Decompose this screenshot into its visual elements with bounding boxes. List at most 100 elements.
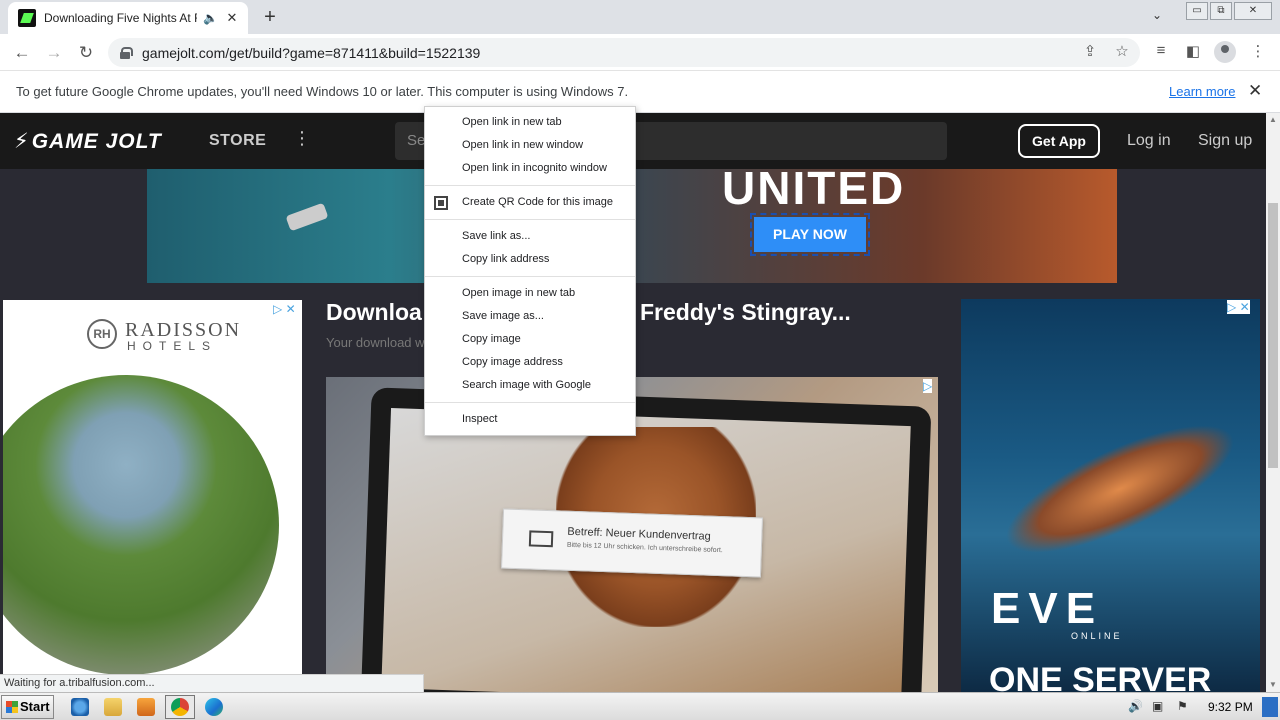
get-app-button[interactable]: Get App bbox=[1018, 124, 1100, 158]
download-title-left: Downloa bbox=[326, 299, 422, 325]
play-now-button[interactable]: PLAY NOW bbox=[750, 213, 870, 256]
mail-body: Bitte bis 12 Uhr schicken. Ich unterschr… bbox=[566, 541, 723, 555]
store-link[interactable]: STORE bbox=[209, 132, 266, 150]
hotel-aerial-image bbox=[3, 375, 279, 675]
ad-subbrand: HOTELS bbox=[127, 339, 218, 353]
browser-toolbar: ← → ↻ gamejolt.com/get/build?game=871411… bbox=[0, 34, 1280, 71]
context-menu-label: Create QR Code for this image bbox=[462, 196, 614, 208]
context-menu-label: Save image as... bbox=[462, 310, 544, 322]
context-menu-label: Open link in incognito window bbox=[462, 162, 607, 174]
kebab-menu-icon[interactable]: ⋮ bbox=[1247, 42, 1269, 60]
ad-choices-icon[interactable]: ▷ bbox=[923, 379, 933, 393]
context-menu-label: Copy image bbox=[462, 333, 521, 345]
context-menu-label: Open link in new window bbox=[462, 139, 584, 151]
tab-close-icon[interactable]: ✕ bbox=[224, 10, 240, 26]
radisson-logo-mark: RH bbox=[87, 319, 117, 349]
signup-link[interactable]: Sign up bbox=[1198, 132, 1252, 150]
email-notification: Betreff: Neuer Kundenvertrag Bitte bis 1… bbox=[501, 508, 763, 578]
learn-more-link[interactable]: Learn more bbox=[1169, 84, 1235, 99]
context-menu-label: Save link as... bbox=[462, 230, 531, 242]
context-menu-label: Open link in new tab bbox=[462, 116, 562, 128]
window-close-button[interactable]: ✕ bbox=[1234, 2, 1272, 20]
context-menu-item-create-qr-code-for-this-image[interactable]: Create QR Code for this image bbox=[425, 191, 635, 214]
spaceship-graphic bbox=[285, 202, 329, 232]
url-text[interactable]: gamejolt.com/get/build?game=871411&build… bbox=[142, 45, 480, 61]
scroll-down-icon[interactable]: ▼ bbox=[1266, 678, 1280, 692]
tab-strip: Downloading Five Nights At Freddy's Stin… bbox=[0, 0, 1280, 34]
speaker-icon[interactable]: 🔈 bbox=[203, 11, 218, 25]
context-menu-item-inspect[interactable]: Inspect bbox=[425, 408, 635, 431]
tab-search-chevron-down-icon[interactable]: ⌄ bbox=[1152, 8, 1162, 22]
mail-subject: Betreff: Neuer Kundenvertrag bbox=[567, 525, 711, 543]
tab-active[interactable]: Downloading Five Nights At Freddy's Stin… bbox=[8, 2, 248, 34]
media-control-icon[interactable]: ≡ bbox=[1150, 42, 1172, 59]
chrome-icon[interactable] bbox=[171, 698, 189, 716]
volume-icon[interactable]: 🔊 bbox=[1128, 699, 1143, 713]
eve-online-text: ONLINE bbox=[1071, 631, 1123, 641]
start-label: Start bbox=[20, 699, 50, 714]
ad-choices-icon[interactable]: ▷ ✕ bbox=[273, 302, 296, 316]
context-menu-item-save-link-as[interactable]: Save link as... bbox=[425, 225, 635, 248]
download-title-right: Freddy's Stingray... bbox=[640, 299, 851, 325]
reload-icon[interactable]: ↻ bbox=[75, 42, 97, 64]
context-menu-label: Inspect bbox=[462, 413, 498, 425]
vertical-scrollbar[interactable]: ▲ ▼ bbox=[1266, 113, 1280, 692]
left-ad-radisson[interactable]: ▷ ✕ RH RADISSON HOTELS bbox=[3, 300, 302, 692]
right-ad-eve[interactable]: ▷ ✕ EVE ONLINE ONE SERVER bbox=[961, 299, 1260, 692]
login-link[interactable]: Log in bbox=[1127, 132, 1171, 150]
context-menu-label: Search image with Google bbox=[462, 379, 592, 391]
action-center-flag-icon[interactable]: ⚑ bbox=[1177, 699, 1188, 713]
infobar-close-icon[interactable]: ✕ bbox=[1248, 81, 1262, 101]
media-player-icon[interactable] bbox=[137, 698, 155, 716]
internet-explorer-icon[interactable] bbox=[71, 698, 89, 716]
minimize-button[interactable]: ▭ bbox=[1186, 2, 1208, 20]
scroll-thumb[interactable] bbox=[1268, 203, 1278, 468]
context-menu-item-copy-link-address[interactable]: Copy link address bbox=[425, 248, 635, 271]
context-menu-separator bbox=[425, 276, 635, 277]
new-tab-button[interactable]: + bbox=[258, 6, 282, 28]
qr-code-icon bbox=[434, 196, 448, 210]
taskbar-clock[interactable]: 9:32 PM bbox=[1208, 700, 1253, 714]
edge-icon[interactable] bbox=[205, 698, 223, 716]
ad-choices-icon[interactable]: ▷ ✕ bbox=[1227, 300, 1250, 314]
context-menu-item-copy-image-address[interactable]: Copy image address bbox=[425, 351, 635, 374]
context-menu-item-open-link-in-new-tab[interactable]: Open link in new tab bbox=[425, 111, 635, 134]
gamejolt-logo[interactable]: ⚡GAME JOLT bbox=[14, 129, 162, 154]
folder-icon[interactable] bbox=[104, 698, 122, 716]
bookmark-star-icon[interactable]: ☆ bbox=[1111, 42, 1133, 60]
more-menu-icon[interactable]: ⋮ bbox=[293, 128, 311, 149]
context-menu-label: Copy image address bbox=[462, 356, 563, 368]
gamejolt-favicon-icon bbox=[18, 9, 36, 27]
banner-headline: UNITED bbox=[722, 169, 906, 214]
scroll-up-icon[interactable]: ▲ bbox=[1266, 113, 1280, 127]
infobar-message: To get future Google Chrome updates, you… bbox=[16, 84, 629, 99]
windows-taskbar: Start 🔊 ▣ ⚑ 9:32 PM bbox=[0, 692, 1280, 720]
show-desktop-button[interactable] bbox=[1262, 697, 1278, 717]
restore-button[interactable]: ⧉ bbox=[1210, 2, 1232, 20]
network-icon[interactable]: ▣ bbox=[1152, 699, 1163, 713]
envelope-icon bbox=[528, 530, 554, 548]
eve-logo: EVE bbox=[991, 584, 1104, 633]
logo-text: GAME JOLT bbox=[31, 130, 162, 153]
back-arrow-left-icon[interactable]: ← bbox=[11, 42, 33, 64]
status-bubble: Waiting for a.tribalfusion.com... bbox=[0, 674, 424, 692]
address-bar[interactable]: gamejolt.com/get/build?game=871411&build… bbox=[108, 38, 1140, 67]
context-menu-item-open-image-in-new-tab[interactable]: Open image in new tab bbox=[425, 282, 635, 305]
context-menu-label: Open image in new tab bbox=[462, 287, 576, 299]
lock-icon[interactable] bbox=[120, 46, 133, 59]
download-subtitle: Your download w bbox=[326, 335, 425, 350]
start-button[interactable]: Start bbox=[1, 695, 54, 719]
context-menu-item-search-image-with-google[interactable]: Search image with Google bbox=[425, 374, 635, 397]
context-menu-separator bbox=[425, 219, 635, 220]
share-icon[interactable]: ⇪ bbox=[1079, 42, 1101, 60]
context-menu-separator bbox=[425, 402, 635, 403]
context-menu-item-open-link-in-incognito-window[interactable]: Open link in incognito window bbox=[425, 157, 635, 180]
forward-arrow-right-icon[interactable]: → bbox=[43, 42, 65, 64]
context-menu-item-copy-image[interactable]: Copy image bbox=[425, 328, 635, 351]
side-panel-icon[interactable]: ◧ bbox=[1182, 42, 1204, 60]
context-menu-item-open-link-in-new-window[interactable]: Open link in new window bbox=[425, 134, 635, 157]
update-infobar: To get future Google Chrome updates, you… bbox=[0, 71, 1280, 113]
profile-avatar-icon[interactable] bbox=[1214, 41, 1236, 63]
context-menu: Open link in new tab Open link in new win… bbox=[424, 106, 636, 436]
context-menu-item-save-image-as[interactable]: Save image as... bbox=[425, 305, 635, 328]
